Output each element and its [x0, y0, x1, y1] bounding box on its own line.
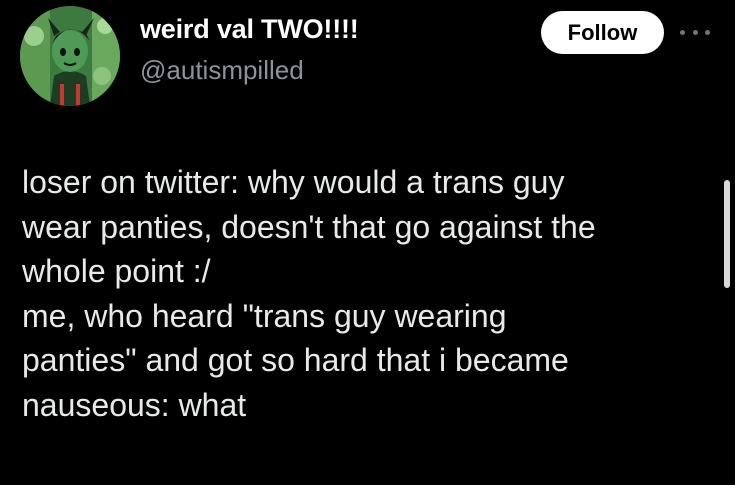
follow-button[interactable]: Follow: [541, 11, 664, 54]
dot: [692, 29, 698, 35]
tweet-line: me, who heard "trans guy wearing: [22, 297, 507, 334]
dot: [680, 29, 685, 35]
user-handle[interactable]: @autismpilled: [140, 55, 304, 86]
more-options-icon[interactable]: [680, 22, 710, 42]
tweet-line: whole point :/: [22, 253, 211, 289]
character-avatar-icon: [20, 6, 120, 106]
dot: [705, 29, 710, 35]
tweet-line: loser on twitter: why would a trans guy: [22, 164, 565, 200]
scrollbar[interactable]: [724, 180, 730, 288]
tweet-line: panties" and got so hard that i became: [22, 342, 569, 378]
tweet-line: nauseous: what: [22, 386, 247, 423]
tweet-line: wear panties, doesn't that go against th…: [22, 208, 596, 245]
avatar[interactable]: [20, 6, 120, 106]
tweet-text: loser on twitter: why would a trans guy …: [22, 160, 722, 427]
display-name[interactable]: weird val TWO!!!!: [140, 14, 359, 45]
